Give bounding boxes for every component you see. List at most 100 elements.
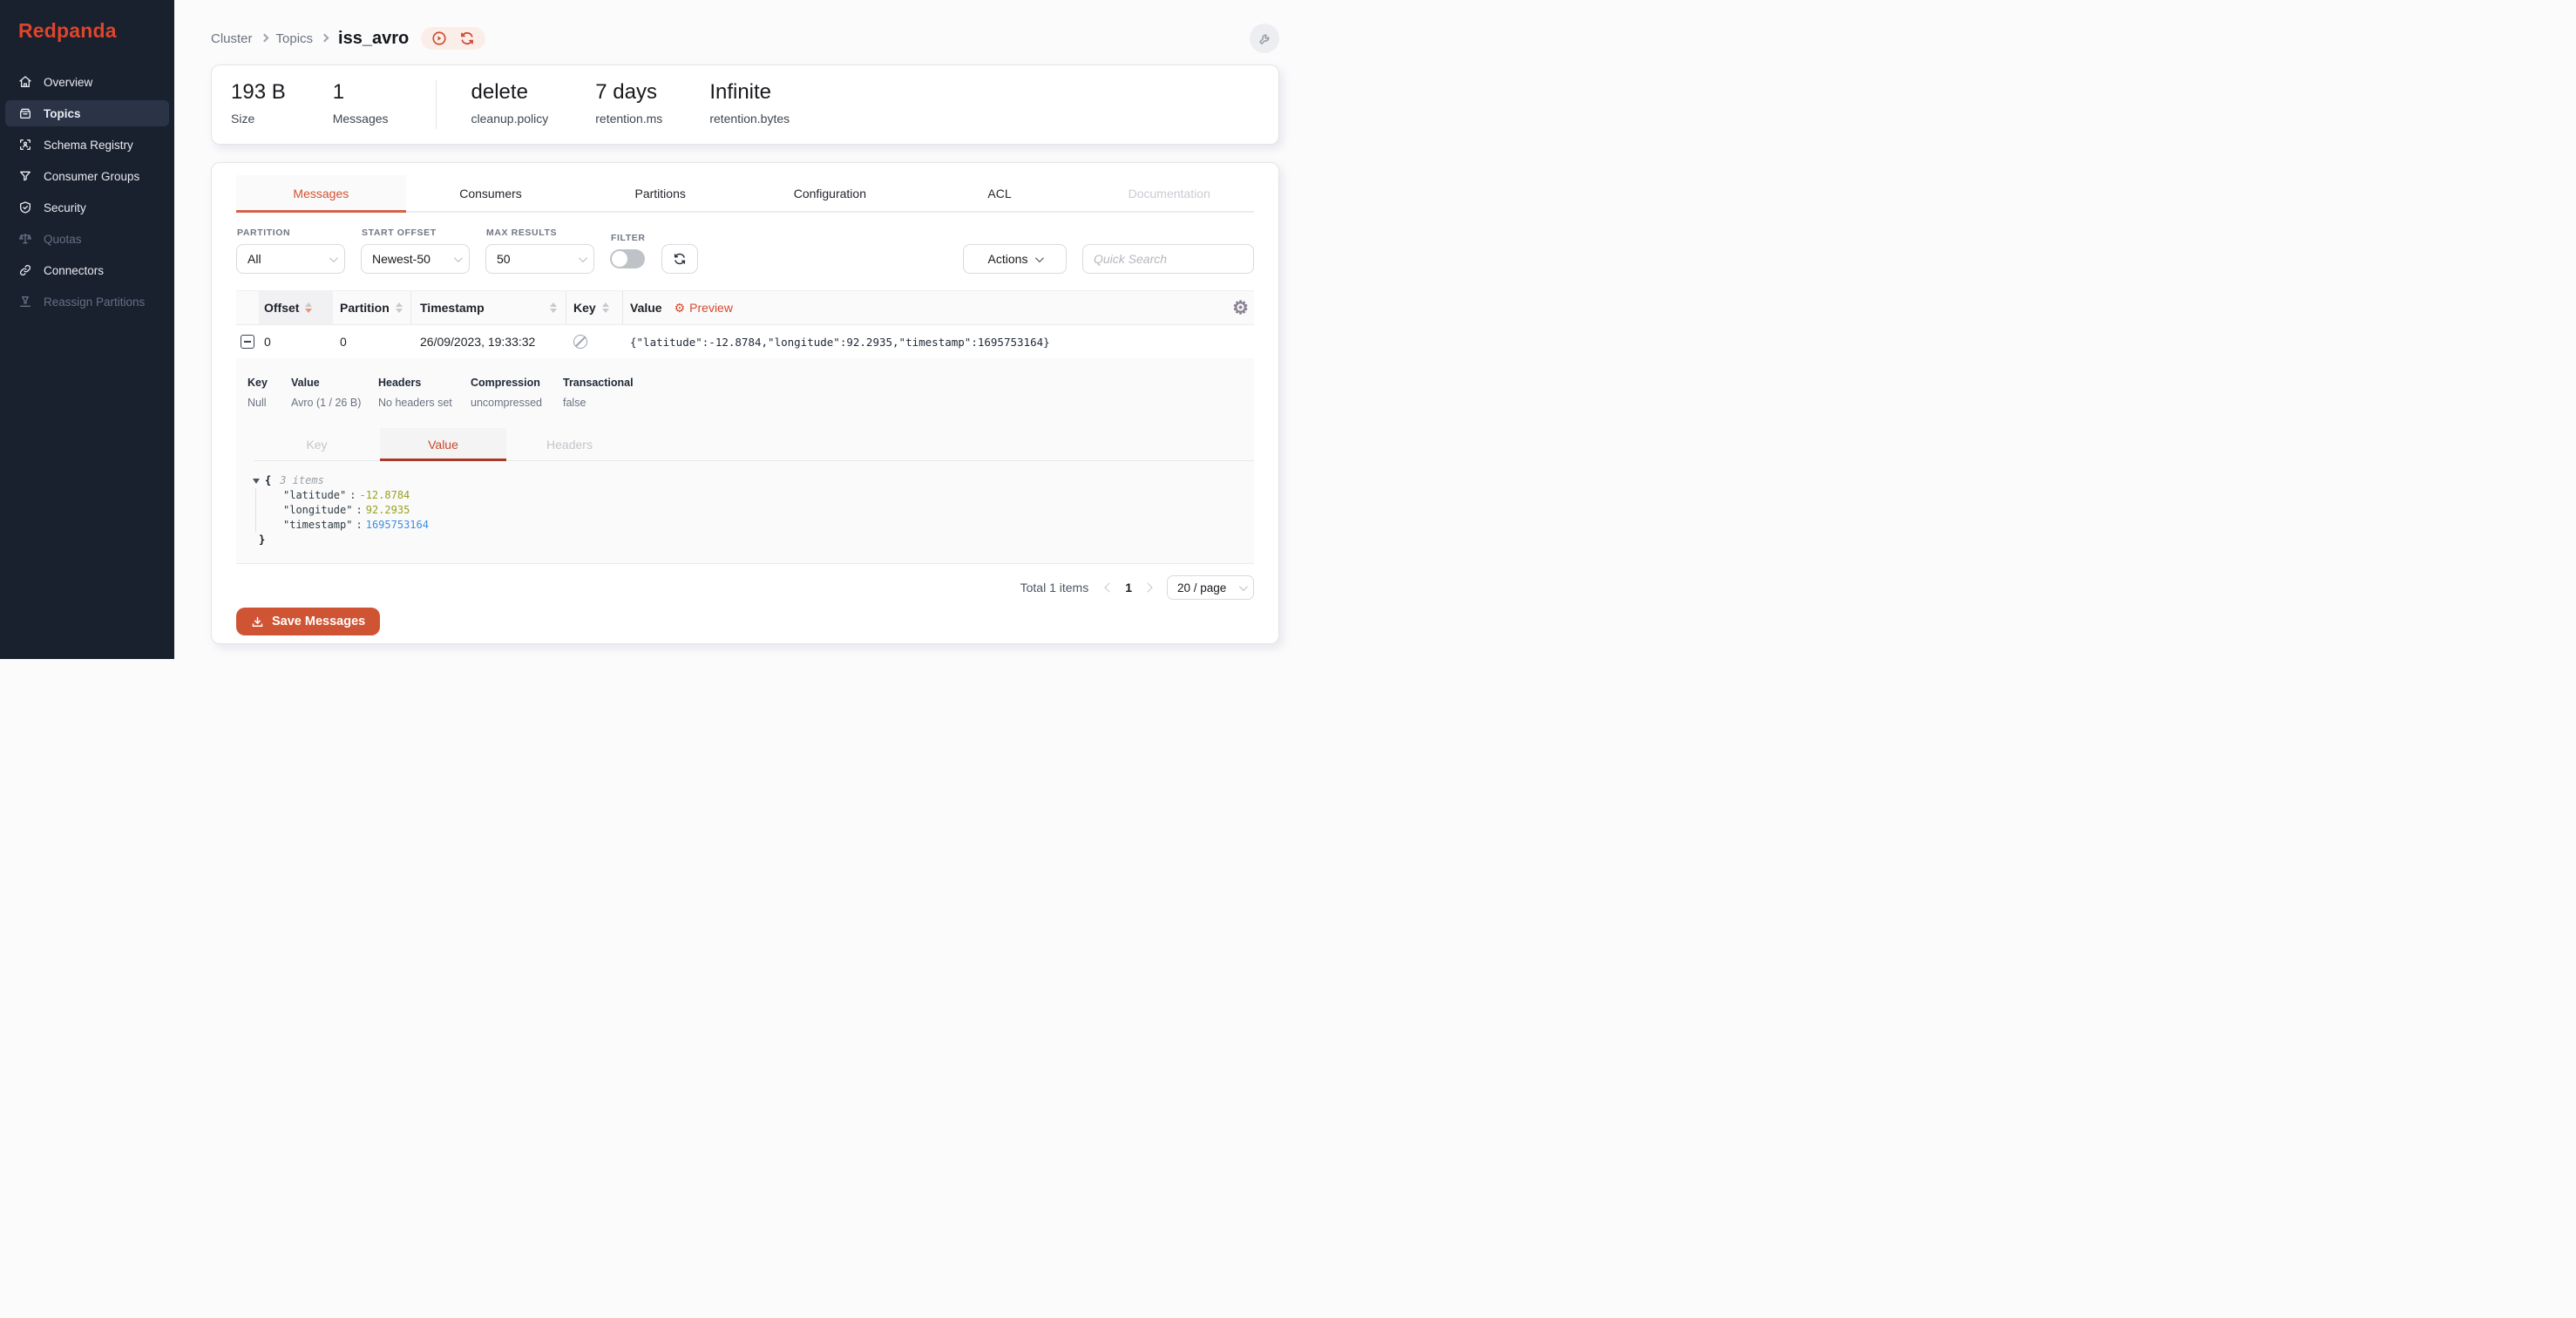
column-header-key[interactable]: Key [566, 291, 623, 324]
timestamp-header-label: Timestamp [420, 301, 485, 315]
sidebar-item-label: Security [44, 201, 86, 214]
chevron-down-icon [1239, 582, 1248, 591]
partition-filter-group: PARTITION All [236, 228, 345, 274]
home-icon [18, 75, 32, 89]
meta-value: No headers set [378, 397, 471, 409]
refresh-topic-icon[interactable] [459, 31, 475, 46]
json-number-value: 1695753164 [366, 518, 429, 533]
row-partition-cell: 0 [333, 335, 411, 349]
sidebar-item-label: Consumer Groups [44, 170, 139, 183]
sort-icon [550, 302, 557, 313]
max-results-filter-label: MAX RESULTS [486, 228, 594, 238]
sidebar-item-label: Topics [44, 107, 81, 120]
meta-label: Compression [471, 377, 563, 389]
breadcrumb-topics[interactable]: Topics [276, 31, 314, 46]
previous-page-icon[interactable] [1105, 582, 1115, 592]
json-entry: "longitude" : 92.2935 [283, 503, 1254, 518]
sidebar-item-topics[interactable]: Topics [5, 100, 169, 126]
stat-retention-ms: 7 days retention.ms [595, 80, 662, 126]
sidebar-item-schema-registry[interactable]: Schema Registry [5, 132, 169, 158]
stat-messages: 1 Messages [333, 80, 389, 126]
actions-dropdown-button[interactable]: Actions [963, 244, 1067, 274]
topic-tabs: Messages Consumers Partitions Configurat… [236, 175, 1254, 213]
breadcrumb-chevron-icon [321, 34, 329, 43]
preview-button[interactable]: ⚙ Preview [675, 301, 733, 315]
wrench-button[interactable] [1250, 24, 1279, 53]
schema-registry-icon [18, 138, 32, 152]
sidebar-item-label: Schema Registry [44, 139, 133, 152]
payload-tab-key[interactable]: Key [254, 428, 380, 460]
sidebar-item-security[interactable]: Security [5, 194, 169, 221]
row-offset-cell: 0 [259, 335, 333, 349]
start-offset-select-value: Newest-50 [372, 252, 430, 266]
table-settings-gear-icon[interactable]: ⚙ [1232, 299, 1249, 317]
sidebar-item-label: Overview [44, 76, 92, 89]
next-page-icon[interactable] [1142, 582, 1152, 592]
sidebar-item-quotas[interactable]: Quotas [5, 226, 169, 252]
meta-value: uncompressed [471, 397, 563, 409]
shield-check-icon [18, 200, 32, 214]
tab-consumers[interactable]: Consumers [406, 175, 576, 211]
meta-value-info: Value Avro (1 / 26 B) [291, 377, 378, 409]
max-results-select[interactable]: 50 [485, 244, 594, 274]
json-entry: "latitude" : -12.8784 [283, 488, 1254, 503]
json-number-value: -12.8784 [359, 488, 410, 503]
save-messages-button[interactable]: Save Messages [236, 608, 380, 635]
sidebar-item-consumer-groups[interactable]: Consumer Groups [5, 163, 169, 189]
collapse-caret-icon[interactable] [253, 479, 260, 484]
sidebar-item-overview[interactable]: Overview [5, 69, 169, 95]
json-root-line[interactable]: { 3 items [253, 473, 1254, 488]
sidebar-item-label: Connectors [44, 264, 104, 277]
tab-configuration[interactable]: Configuration [745, 175, 915, 211]
partition-filter-label: PARTITION [237, 228, 345, 238]
json-close-line: } [259, 533, 1254, 547]
filter-toggle-label: FILTER [611, 233, 646, 243]
refresh-messages-button[interactable] [661, 244, 698, 274]
partition-select[interactable]: All [236, 244, 345, 274]
chevron-down-icon [454, 254, 463, 262]
topbar: Cluster Topics iss_avro [211, 23, 1279, 54]
tab-documentation[interactable]: Documentation [1084, 175, 1254, 211]
meta-headers: Headers No headers set [378, 377, 471, 409]
current-page[interactable]: 1 [1125, 581, 1132, 594]
meta-label: Value [291, 377, 378, 389]
chevron-down-icon [329, 254, 338, 262]
page-size-select[interactable]: 20 / page [1167, 575, 1254, 600]
column-header-timestamp[interactable]: Timestamp [411, 291, 566, 324]
breadcrumb-cluster[interactable]: Cluster [211, 31, 253, 46]
sidebar-item-connectors[interactable]: Connectors [5, 257, 169, 283]
json-tree-viewer: { 3 items "latitude" : -12.8784 "longitu… [253, 473, 1254, 547]
meta-key: Key Null [247, 377, 291, 409]
tab-messages[interactable]: Messages [236, 175, 406, 211]
gear-icon: ⚙ [675, 302, 686, 314]
sidebar-item-reassign-partitions[interactable]: Reassign Partitions [5, 289, 169, 315]
json-colon: : [349, 488, 356, 503]
column-header-offset[interactable]: Offset [259, 291, 333, 324]
stat-value: delete [471, 80, 549, 105]
produce-play-icon[interactable] [431, 31, 447, 46]
tab-acl[interactable]: ACL [915, 175, 1085, 211]
tab-partitions[interactable]: Partitions [575, 175, 745, 211]
message-metadata: Key Null Value Avro (1 / 26 B) Headers N… [247, 377, 1254, 409]
collapse-row-button[interactable] [241, 335, 254, 349]
column-header-partition[interactable]: Partition [333, 291, 411, 324]
stat-divider [436, 80, 437, 129]
message-row[interactable]: 0 0 26/09/2023, 19:33:32 {"latitude":-12… [236, 325, 1254, 358]
payload-tab-value[interactable]: Value [380, 428, 506, 460]
page-size-value: 20 / page [1177, 581, 1226, 594]
payload-tab-headers[interactable]: Headers [506, 428, 633, 460]
stat-retention-bytes: Infinite retention.bytes [709, 80, 790, 126]
filter-toggle[interactable] [610, 249, 645, 268]
json-key: "timestamp" [283, 518, 352, 533]
topic-action-pill [421, 27, 485, 50]
breadcrumb-chevron-icon [260, 34, 268, 43]
start-offset-filter-group: START OFFSET Newest-50 [361, 228, 470, 274]
meta-label: Key [247, 377, 291, 389]
quick-search-input[interactable] [1082, 244, 1254, 274]
row-timestamp-cell: 26/09/2023, 19:33:32 [411, 335, 566, 349]
header-expand-spacer [236, 291, 259, 324]
stat-label: retention.ms [595, 112, 662, 126]
messages-table-header: Offset Partition Timestamp Key [236, 290, 1254, 325]
start-offset-select[interactable]: Newest-50 [361, 244, 470, 274]
sidebar-item-label: Reassign Partitions [44, 296, 145, 309]
